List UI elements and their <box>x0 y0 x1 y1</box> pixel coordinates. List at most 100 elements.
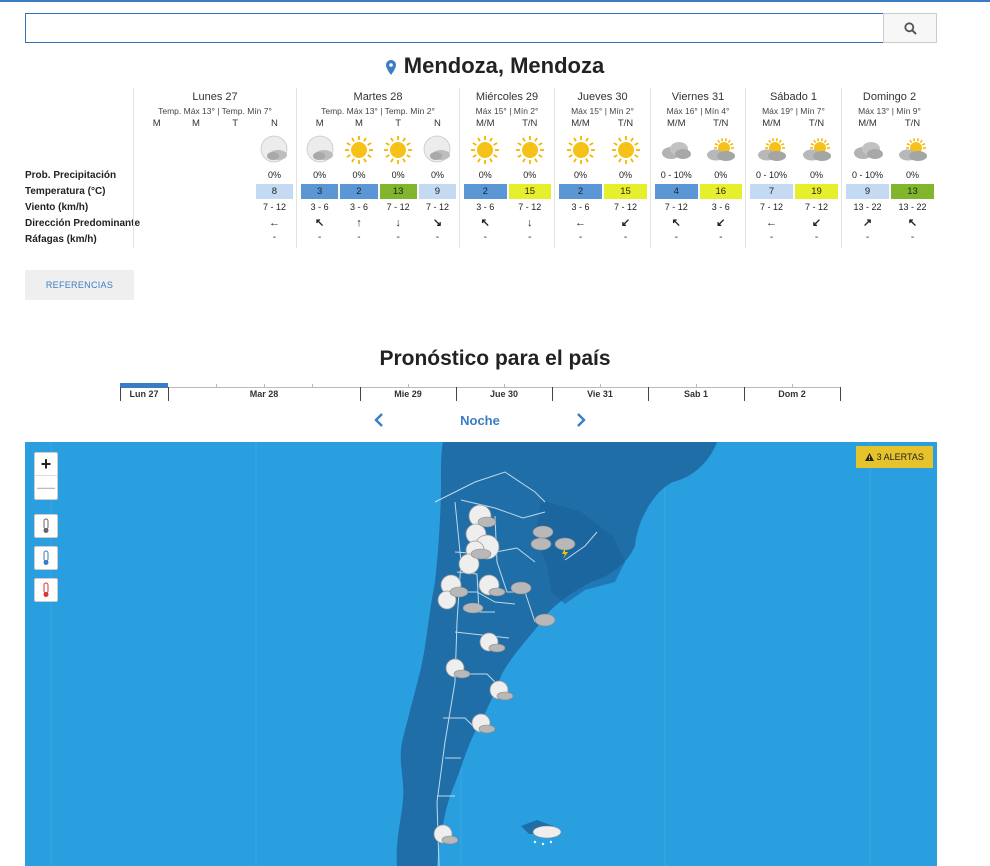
sun-cloud-icon <box>890 134 935 166</box>
search-input[interactable] <box>25 13 884 43</box>
timeline-day-label[interactable]: Lun 27 <box>120 389 168 399</box>
wind-direction-arrow: ↗ <box>862 217 873 229</box>
warning-icon <box>865 453 875 461</box>
precip-prob-value: 0% <box>313 170 327 180</box>
day-column: Martes 28 Temp. Máx 13° | Temp. Mín 2° M 0%… <box>296 88 459 248</box>
temperature-value <box>137 184 176 199</box>
day-column: Miércoles 29 Máx 15° | Mín 2° M/M 0% 2 3 - 6 ↖… <box>459 88 554 248</box>
period-label: N <box>271 118 278 129</box>
zoom-control: + — <box>34 452 58 500</box>
gust-value: - <box>674 232 678 243</box>
temperature-value: 2 <box>340 184 378 199</box>
zoom-out-button[interactable]: — <box>35 477 57 500</box>
precip-prob-value: 0% <box>267 170 281 180</box>
wind-direction-arrow: ↓ <box>395 217 401 229</box>
thermometer-hot-icon <box>43 582 49 597</box>
temperature-value: 16 <box>699 184 742 199</box>
timeline-tick <box>216 384 217 388</box>
timeline-tick <box>792 384 793 388</box>
timeline-day-label[interactable]: Mie 29 <box>360 389 456 399</box>
zoom-in-button[interactable]: + <box>35 453 57 476</box>
precip-prob-value: 0 - 10% <box>660 170 692 180</box>
thermometer-cold-icon <box>43 550 49 565</box>
wind-direction-arrow: ↙ <box>811 217 822 229</box>
timeline-day-label[interactable]: Sab 1 <box>648 389 744 399</box>
day-name: Lunes 27 <box>192 91 238 103</box>
gust-value: - <box>272 232 277 243</box>
timeline-separator <box>168 387 169 401</box>
period-label: T/N <box>522 118 538 129</box>
label-wind: Viento (km/h) <box>25 202 89 213</box>
temperature-value: 19 <box>795 184 838 199</box>
day-column: Viernes 31 Máx 16° | Mín 4° M/M 0 - 10% 4 7 -… <box>650 88 745 248</box>
layer-temperature-button[interactable] <box>34 514 58 538</box>
period-label: M/M <box>667 118 686 129</box>
timeline-tick <box>312 384 313 388</box>
empty-icon-slot <box>137 134 176 166</box>
empty-icon-slot <box>176 134 215 166</box>
wind-direction-arrow: ↑ <box>356 217 362 229</box>
gust-value: - <box>719 232 723 243</box>
alerts-badge[interactable]: 3 ALERTAS <box>856 446 933 468</box>
day-timeline[interactable]: Lun 27 Mar 28 Mie 29 Jue 30 Vie 31 Sab 1 Dom 2 <box>120 381 841 402</box>
temperature-value: 2 <box>464 184 507 199</box>
precip-prob-value: 0% <box>523 170 537 180</box>
precip-prob-value: 0 - 10% <box>851 170 884 180</box>
empty-icon-slot <box>216 134 255 166</box>
wind-speed-value: 7 - 12 <box>262 202 286 212</box>
timeline-tick <box>408 384 409 388</box>
timeline-tick <box>600 384 601 388</box>
sun-icon <box>339 134 378 166</box>
precip-prob-value: 0% <box>809 170 823 180</box>
wind-direction-arrow: ↙ <box>716 217 726 229</box>
day-name: Viernes 31 <box>671 91 725 103</box>
cloud-icon <box>654 134 699 166</box>
period-label: T/N <box>617 118 634 129</box>
temperature-value: 15 <box>604 184 647 199</box>
period-label: T/N <box>904 118 921 129</box>
wind-direction-arrow: ↘ <box>432 217 443 229</box>
cloud-icon <box>845 134 890 166</box>
temperature-value: 8 <box>255 184 294 199</box>
day-column: Lunes 27 Temp. Máx 13° | Temp. Mín 7° M M T N… <box>133 88 296 248</box>
gust-value: - <box>578 232 583 243</box>
day-name: Sábado 1 <box>769 91 818 103</box>
wind-speed-value: 3 - 6 <box>476 202 495 212</box>
references-button[interactable]: REFERENCIAS <box>25 270 134 300</box>
forecast-map[interactable]: + — 3 ALERTAS <box>25 442 937 866</box>
sun-cloud-icon <box>794 134 839 166</box>
temperature-value: 13 <box>379 184 417 199</box>
search-button[interactable] <box>883 13 937 43</box>
day-column: Sábado 1 Máx 19° | Mín 7° M/M 0 - 10% 7 7 - 1… <box>745 88 841 248</box>
timeline-day-label[interactable]: Jue 30 <box>456 389 552 399</box>
sun-icon <box>558 134 603 166</box>
gust-value: - <box>483 232 487 243</box>
day-name: Domingo 2 <box>862 91 917 103</box>
sun-icon <box>508 134 553 166</box>
timeline-day-label[interactable]: Mar 28 <box>168 389 360 399</box>
gust-value: - <box>528 232 532 243</box>
timeline-day-label[interactable]: Dom 2 <box>744 389 840 399</box>
row-labels: Prob. Precipitación Temperatura (°C) Vie… <box>25 88 140 248</box>
period-label: M/M <box>571 118 590 129</box>
layer-min-temperature-button[interactable] <box>34 546 58 570</box>
top-accent-bar <box>0 0 990 2</box>
period-label: M/M <box>476 118 495 129</box>
sun-cloud-icon <box>749 134 794 166</box>
temperature-value: 4 <box>655 184 698 199</box>
location-pin-icon <box>385 60 396 75</box>
timeline-track <box>120 387 841 388</box>
period-navigator: Noche <box>370 410 590 432</box>
layer-max-temperature-button[interactable] <box>34 578 58 602</box>
wind-speed-value: 7 - 12 <box>759 202 783 212</box>
wind-direction-arrow: ↖ <box>480 217 490 229</box>
wind-direction-arrow: ↖ <box>315 217 325 229</box>
day-temp-range: Temp. Máx 13° | Temp. Mín 7° <box>158 106 272 116</box>
timeline-day-label[interactable]: Vie 31 <box>552 389 648 399</box>
gust-value: - <box>814 232 819 243</box>
timeline-separator <box>552 387 553 401</box>
next-period-button[interactable] <box>570 410 590 430</box>
gust-value: - <box>357 232 361 243</box>
gust-value: - <box>396 232 400 243</box>
label-gusts: Ráfagas (km/h) <box>25 234 97 245</box>
